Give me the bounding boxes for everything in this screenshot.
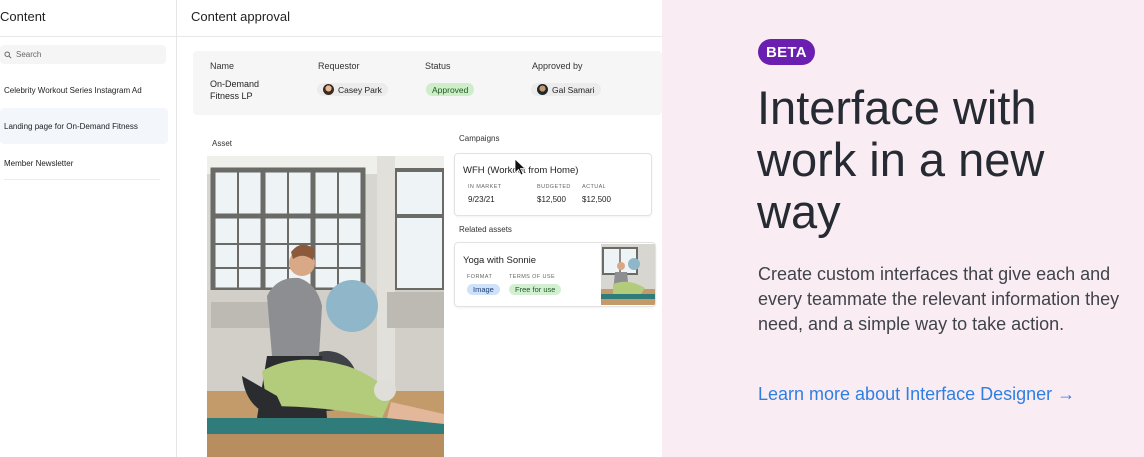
approver-name: Gal Samari — [552, 84, 595, 95]
search-input[interactable]: Search — [0, 45, 166, 64]
avatar — [537, 84, 548, 95]
yoga-photo — [207, 156, 444, 457]
campaign-actual-value: $12,500 — [582, 195, 611, 204]
campaign-col-in-market: IN MARKET — [468, 184, 502, 190]
related-asset-card[interactable]: Yoga with Sonnie FORMAT TERMS OF USE Ima… — [454, 242, 656, 307]
format-tag: Image — [467, 284, 500, 295]
divider — [177, 36, 662, 37]
sidebar-item-label: Landing page for On-Demand Fitness — [4, 121, 138, 131]
sidebar-item-celebrity-workout[interactable]: Celebrity Workout Series Instagram Ad — [0, 80, 168, 100]
campaigns-label: Campaigns — [459, 134, 500, 143]
approval-record[interactable]: Name Requestor Status Approved by On-Dem… — [193, 51, 662, 115]
related-col-format: FORMAT — [467, 274, 493, 280]
column-header-requestor: Requestor — [318, 61, 360, 71]
column-header-status: Status — [425, 61, 451, 71]
related-assets-label: Related assets — [459, 225, 512, 234]
requestor-chip[interactable]: Casey Park — [317, 83, 388, 97]
search-icon — [4, 50, 12, 59]
sidebar-title: Content — [0, 9, 46, 24]
related-asset-title: Yoga with Sonnie — [463, 255, 537, 266]
promo-panel: BETA Interface with work in a new way Cr… — [662, 0, 1144, 457]
related-col-terms: TERMS OF USE — [509, 274, 556, 280]
asset-label: Asset — [212, 139, 233, 148]
search-placeholder: Search — [16, 50, 42, 59]
related-asset-thumbnail — [601, 244, 655, 305]
sidebar-item-member-newsletter[interactable]: Member Newsletter — [0, 153, 168, 173]
avatar — [323, 84, 334, 95]
mouse-pointer-icon — [514, 158, 526, 176]
campaign-card[interactable]: WFH (Workout from Home) IN MARKET BUDGET… — [454, 153, 652, 216]
record-name: On-Demand Fitness LP — [210, 79, 260, 101]
campaign-in-market-value: 9/23/21 — [468, 195, 495, 204]
status-badge: Approved — [426, 83, 475, 96]
campaign-col-actual: ACTUAL — [582, 184, 607, 190]
promo-subtext: Create custom interfaces that give each … — [758, 264, 1120, 334]
promo-headline: Interface with work in a new way — [757, 81, 1045, 238]
sidebar-item-label: Member Newsletter — [4, 158, 74, 168]
campaign-col-budgeted: BUDGETED — [537, 184, 571, 190]
learn-more-link[interactable]: Learn more about Interface Designer → — [758, 384, 1075, 405]
sidebar-item-landing-page[interactable]: Landing page for On-Demand Fitness — [0, 108, 168, 144]
terms-tag: Free for use — [509, 284, 562, 295]
content-approval-panel: Content approval Name Requestor Status A… — [177, 0, 662, 457]
column-header-approved-by: Approved by — [532, 61, 583, 71]
beta-badge: BETA — [758, 39, 815, 65]
divider — [4, 179, 160, 180]
page-title: Content approval — [191, 9, 291, 24]
requestor-name: Casey Park — [338, 84, 382, 95]
sidebar-item-label: Celebrity Workout Series Instagram Ad — [4, 85, 142, 95]
content-sidebar: Content Search Celebrity Workout Series … — [0, 0, 177, 457]
column-header-name: Name — [210, 61, 235, 71]
divider — [0, 36, 176, 37]
approver-chip[interactable]: Gal Samari — [531, 83, 601, 97]
asset-image[interactable] — [207, 156, 444, 457]
campaign-budgeted-value: $12,500 — [537, 195, 566, 204]
